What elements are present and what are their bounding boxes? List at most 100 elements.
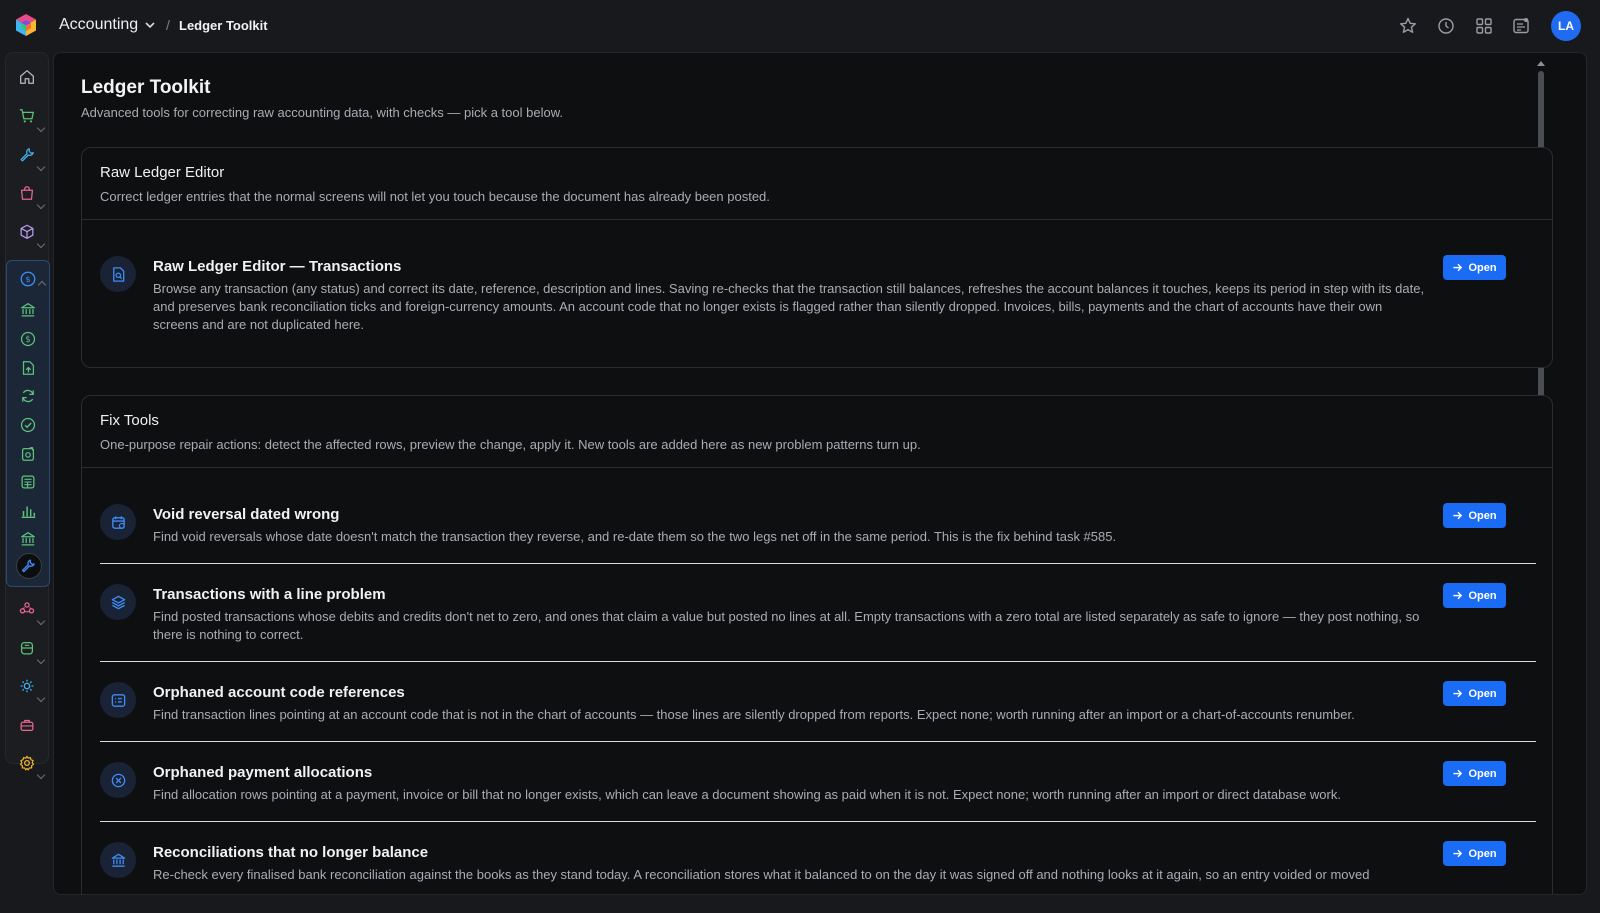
open-reconciliations-button[interactable]: Open (1443, 841, 1506, 866)
sidebar-item-accounting[interactable]: $ (17, 268, 47, 290)
arrow-right-icon (1453, 591, 1463, 600)
arrow-right-icon (1453, 769, 1463, 778)
home-icon (20, 70, 34, 84)
tool-description: Find void reversals whose date doesn't m… (153, 529, 1117, 544)
gears-icon (20, 679, 34, 693)
section-header: Raw Ledger Editor Correct ledger entries… (82, 148, 1552, 220)
sidebar-item-payments[interactable]: $ (17, 328, 39, 350)
section-description: One-purpose repair actions: detect the a… (100, 437, 921, 452)
sidebar-item-approvals[interactable] (17, 414, 39, 436)
arrow-right-icon (1453, 689, 1463, 698)
refresh-icon (22, 389, 34, 403)
open-orphaned-account-codes-button[interactable]: Open (1443, 681, 1506, 706)
tool-title: Orphaned payment allocations (153, 764, 373, 781)
sidebar-item-admin[interactable] (16, 714, 38, 736)
list-card-icon (111, 693, 125, 707)
tool-orphaned-account-codes: Orphaned account code references Find tr… (100, 681, 1536, 732)
briefcase-icon (20, 719, 34, 732)
tool-icon-wrap (100, 842, 136, 878)
upload-doc-icon (22, 361, 35, 375)
database-icon (20, 641, 34, 655)
tool-icon-wrap (100, 256, 136, 292)
open-button-label: Open (1468, 261, 1497, 274)
open-button-label: Open (1468, 509, 1497, 522)
tool-raw-ledger-editor: Raw Ledger Editor — Transactions Browse … (100, 255, 1536, 336)
sidebar-item-settings[interactable] (16, 752, 46, 780)
tool-description: Find posted transactions whose debits an… (153, 609, 1420, 642)
sidebar-item-banking[interactable] (17, 299, 39, 321)
chevron-down-icon (145, 22, 155, 29)
accounting-icon: $ (20, 271, 36, 287)
arrow-right-icon (1453, 511, 1463, 520)
tool-title: Void reversal dated wrong (153, 506, 340, 523)
dollar-icon: $ (20, 331, 36, 347)
sidebar-item-inventory[interactable] (16, 221, 46, 249)
tool-divider (100, 661, 1536, 662)
app-switcher[interactable]: Accounting (59, 16, 156, 34)
open-button-label: Open (1468, 767, 1497, 780)
tool-divider (100, 563, 1536, 564)
section-raw-ledger-editor: Raw Ledger Editor Correct ledger entries… (81, 147, 1553, 368)
breadcrumb-separator: / (166, 17, 170, 33)
section-title: Raw Ledger Editor (100, 164, 225, 181)
sidebar-item-import[interactable] (17, 357, 39, 379)
user-avatar[interactable]: LA (1551, 11, 1581, 41)
app-logo-icon[interactable] (14, 13, 38, 37)
sidebar-item-sales[interactable] (16, 105, 46, 133)
page-title: Ledger Toolkit (81, 77, 211, 98)
breadcrumb-current: Ledger Toolkit (179, 18, 268, 33)
tool-title: Transactions with a line problem (153, 586, 386, 603)
open-raw-ledger-editor-button[interactable]: Open (1443, 255, 1506, 280)
sidebar-item-expenses[interactable] (17, 443, 39, 465)
apps-grid-icon[interactable] (1474, 16, 1494, 36)
arrow-right-icon (1453, 849, 1463, 858)
open-line-problem-button[interactable]: Open (1443, 583, 1506, 608)
sidebar-item-reports[interactable] (17, 500, 39, 522)
cart-icon (19, 109, 35, 123)
arrow-right-icon (1453, 263, 1463, 272)
star-icon[interactable] (1398, 16, 1418, 36)
sidebar-item-recurring[interactable] (17, 385, 39, 407)
section-title: Fix Tools (100, 412, 159, 429)
tool-divider (100, 741, 1536, 742)
sidebar-item-ledger-toolkit[interactable] (17, 555, 39, 577)
tool-title: Orphaned account code references (153, 684, 405, 701)
open-orphaned-allocations-button[interactable]: Open (1443, 761, 1506, 786)
section-description: Correct ledger entries that the normal s… (100, 189, 770, 204)
history-clock-icon[interactable] (1436, 16, 1456, 36)
svg-text:$: $ (25, 335, 30, 345)
sidebar-item-database[interactable] (16, 637, 46, 665)
tool-icon-wrap (100, 504, 136, 540)
sidebar-item-home[interactable] (16, 66, 38, 88)
open-button-label: Open (1468, 847, 1497, 860)
sidebar: $ $ (5, 52, 50, 780)
sidebar-item-tax[interactable] (17, 528, 39, 550)
sidebar-item-purchases[interactable] (16, 182, 46, 210)
settings-icon (19, 755, 35, 771)
sidebar-item-integrations[interactable] (16, 675, 46, 703)
page-subtitle: Advanced tools for correcting raw accoun… (81, 105, 563, 120)
tool-description: Re-check every finalised bank reconcilia… (153, 867, 1370, 882)
tools-icon (21, 559, 35, 573)
x-circle-icon (111, 773, 125, 787)
open-button-label: Open (1468, 589, 1497, 602)
sidebar-item-services[interactable] (16, 144, 46, 172)
sidebar-item-budget[interactable] (17, 471, 39, 493)
section-fix-tools: Fix Tools One-purpose repair actions: de… (81, 395, 1553, 894)
tool-description: Find allocation rows pointing at a payme… (153, 787, 1341, 802)
wrench-icon (20, 148, 34, 162)
tool-title: Reconciliations that no longer balance (153, 844, 429, 861)
tool-divider (100, 821, 1536, 822)
tool-orphaned-payment-allocations: Orphaned payment allocations Find alloca… (100, 761, 1536, 812)
tool-void-reversal-dated-wrong: Void reversal dated wrong Find void reve… (100, 503, 1536, 554)
top-bar: Accounting / Ledger Toolkit LA (0, 0, 1600, 52)
people-icon (19, 602, 35, 614)
main-content: Ledger Toolkit Advanced tools for correc… (53, 52, 1587, 895)
tool-description: Browse any transaction (any status) and … (153, 281, 1425, 332)
open-void-reversal-button[interactable]: Open (1443, 503, 1506, 528)
layers-icon (111, 595, 125, 609)
notes-icon[interactable] (1511, 16, 1531, 36)
sidebar-item-people[interactable] (16, 598, 46, 626)
shopping-bag-icon (20, 186, 34, 200)
scroll-up-arrow[interactable] (1537, 61, 1545, 66)
